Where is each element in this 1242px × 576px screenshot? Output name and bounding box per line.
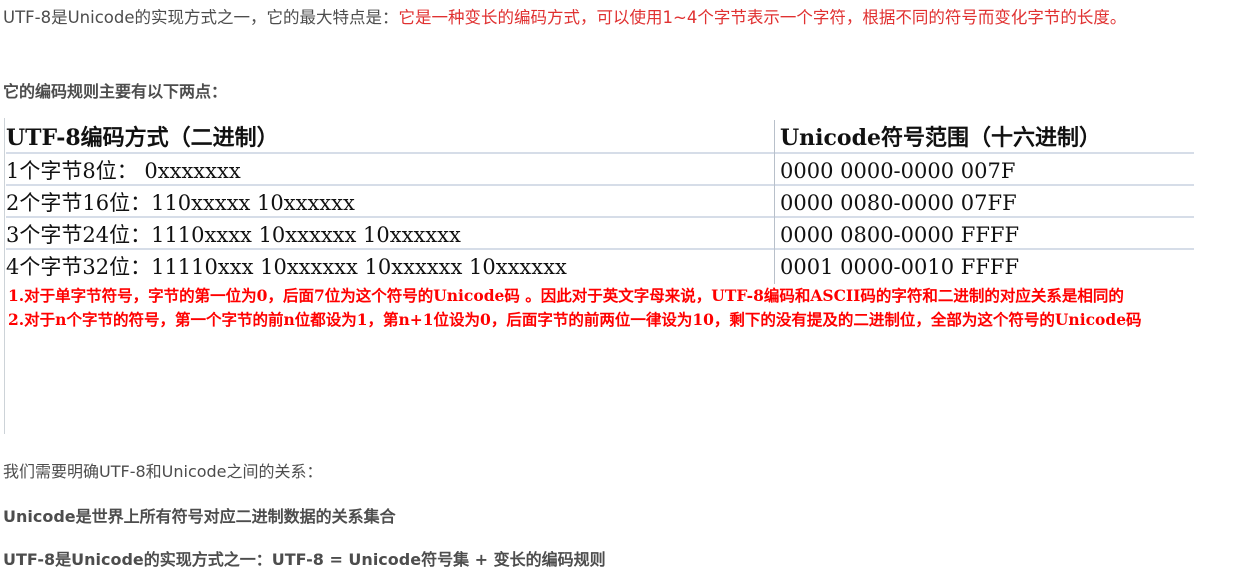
relation-intro: 我们需要明确UTF-8和Unicode之间的关系：: [3, 462, 323, 481]
table-column-divider: [774, 120, 775, 284]
row-range-cell: 0000 0800-0000 FFFF: [780, 223, 1020, 247]
row-encoding-cell: 1个字节8位： 0xxxxxxx: [6, 159, 241, 183]
row-encoding-cell: 3个字节24位：1110xxxx 10xxxxxx 10xxxxxx: [6, 223, 461, 247]
encoding-rules-table-image: UTF-8编码方式（二进制） Unicode符号范围（十六进制） 1个字节8位：…: [2, 118, 1194, 436]
statement-utf8: UTF-8是Unicode的实现方式之一：UTF-8 = Unicode符号集 …: [3, 550, 606, 569]
table-header-row: UTF-8编码方式（二进制） Unicode符号范围（十六进制）: [6, 120, 1194, 154]
row-encoding-cell: 4个字节32位：11110xxx 10xxxxxx 10xxxxxx 10xxx…: [6, 255, 567, 279]
table-left-border: [4, 118, 5, 434]
rules-heading: 它的编码规则主要有以下两点：: [3, 82, 228, 101]
note-single-byte: 1.对于单字节符号，字节的第一位为0，后面7位为这个符号的Unicode码 。因…: [8, 286, 1124, 305]
row-encoding-cell: 2个字节16位：110xxxxx 10xxxxxx: [6, 191, 355, 215]
row-range-cell: 0000 0000-0000 007F: [780, 159, 1016, 183]
intro-paragraph: UTF-8是Unicode的实现方式之一，它的最大特点是：它是一种变长的编码方式…: [3, 3, 1239, 33]
table-row: 4个字节32位：11110xxx 10xxxxxx 10xxxxxx 10xxx…: [6, 250, 1194, 282]
intro-text: UTF-8是Unicode的实现方式之一，它的最大特点是：: [3, 8, 399, 27]
header-unicode-range: Unicode符号范围（十六进制）: [780, 125, 1101, 151]
row-range-cell: 0000 0080-0000 07FF: [780, 191, 1017, 215]
statement-unicode: Unicode是世界上所有符号对应二进制数据的关系集合: [3, 507, 396, 526]
table-notes: 1.对于单字节符号，字节的第一位为0，后面7位为这个符号的Unicode码 。因…: [8, 284, 1188, 332]
header-utf8-encoding: UTF-8编码方式（二进制）: [6, 125, 279, 151]
intro-highlight: 它是一种变长的编码方式，可以使用1~4个字节表示一个字符，根据不同的符号而变化字…: [398, 8, 1127, 27]
row-range-cell: 0001 0000-0010 FFFF: [780, 255, 1020, 279]
table-row: 3个字节24位：1110xxxx 10xxxxxx 10xxxxxx 0000 …: [6, 218, 1194, 250]
table-row: 1个字节8位： 0xxxxxxx 0000 0000-0000 007F: [6, 154, 1194, 186]
table-row: 2个字节16位：110xxxxx 10xxxxxx 0000 0080-0000…: [6, 186, 1194, 218]
note-multi-byte: 2.对于n个字节的符号，第一个字节的前n位都设为1，第n+1位设为0，后面字节的…: [8, 310, 1142, 329]
